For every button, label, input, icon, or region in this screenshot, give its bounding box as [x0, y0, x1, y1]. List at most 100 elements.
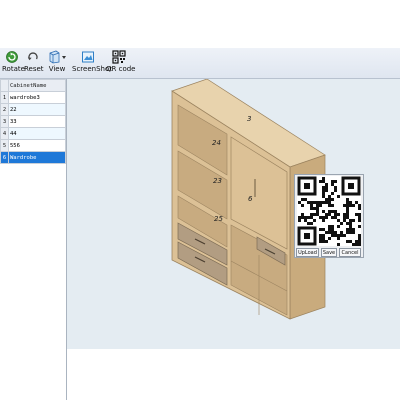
- qr-module: [319, 240, 322, 243]
- qr-module: [346, 228, 349, 231]
- qr-module: [298, 216, 301, 219]
- qr-module: [325, 183, 328, 186]
- qrcode-icon: [112, 50, 126, 64]
- screenshot-button[interactable]: ScreenShot: [72, 48, 112, 78]
- qr-module: [322, 219, 325, 222]
- qr-module: [310, 201, 313, 204]
- qr-module: [358, 237, 361, 240]
- table-row-selected[interactable]: 6 Wardrobe: [0, 151, 66, 164]
- cabinet-name-cell[interactable]: Wardrobe: [8, 151, 66, 164]
- qr-module: [331, 198, 334, 201]
- qr-module: [337, 213, 340, 216]
- qr-module: [319, 204, 322, 207]
- qrcode-button[interactable]: QR code: [106, 48, 136, 78]
- qr-module: [313, 219, 316, 222]
- qr-module: [343, 234, 346, 237]
- qr-module: [343, 204, 346, 207]
- qr-module: [355, 243, 358, 246]
- cabinet-table: CabinetName 1 wardrobe3 2 22 3 33 4 44 5…: [0, 79, 66, 164]
- qr-module: [328, 195, 331, 198]
- qr-module: [334, 186, 337, 189]
- qr-module: [331, 192, 334, 195]
- qr-module: [319, 180, 322, 183]
- qr-module: [349, 225, 352, 228]
- cabinet-label-door: 6: [248, 195, 253, 203]
- qr-module: [349, 240, 352, 243]
- qr-module: [310, 213, 313, 216]
- qr-module: [346, 210, 349, 213]
- cabinet-name-cell[interactable]: 22: [8, 103, 66, 116]
- row-header-corner: [0, 79, 9, 92]
- cabinet-name-cell[interactable]: 33: [8, 115, 66, 128]
- qr-module: [322, 189, 325, 192]
- qr-module: [307, 222, 310, 225]
- cabinet-name-cell[interactable]: 556: [8, 139, 66, 152]
- qr-module: [334, 180, 337, 183]
- qr-module: [316, 201, 319, 204]
- qr-module: [340, 234, 343, 237]
- qr-module: [325, 213, 328, 216]
- qr-module: [298, 219, 301, 222]
- cube-view-icon: [49, 50, 66, 64]
- qr-module: [301, 213, 304, 216]
- view-button[interactable]: View: [46, 48, 68, 78]
- cabinet-name-cell[interactable]: wardrobe3: [8, 91, 66, 104]
- rotate-icon: [6, 51, 18, 63]
- upload-button[interactable]: UpLoad: [296, 248, 319, 257]
- qr-module: [346, 207, 349, 210]
- rotate-button[interactable]: Rotate: [2, 48, 25, 78]
- qr-module: [310, 207, 313, 210]
- qr-module: [322, 228, 325, 231]
- qr-module: [310, 222, 313, 225]
- reset-button[interactable]: Reset: [24, 48, 44, 78]
- save-button[interactable]: Save: [321, 248, 337, 257]
- table-row[interactable]: 1 wardrobe3: [0, 91, 66, 104]
- qr-module: [346, 204, 349, 207]
- qr-module: [358, 204, 361, 207]
- reset-icon: [27, 52, 38, 61]
- qr-module: [328, 201, 331, 204]
- qr-module: [346, 198, 349, 201]
- qr-module: [349, 231, 352, 234]
- qr-module: [340, 231, 343, 234]
- qr-module: [316, 207, 319, 210]
- qr-module: [322, 234, 325, 237]
- table-row[interactable]: 2 22: [0, 103, 66, 116]
- qr-module: [328, 231, 331, 234]
- table-row[interactable]: 3 33: [0, 115, 66, 128]
- qr-module: [349, 201, 352, 204]
- qrcode-label: QR code: [106, 65, 136, 73]
- qr-module: [301, 198, 304, 201]
- qr-module: [316, 204, 319, 207]
- qr-module: [331, 225, 334, 228]
- qr-module: [334, 213, 337, 216]
- table-row[interactable]: 4 44: [0, 127, 66, 140]
- qr-module: [328, 204, 331, 207]
- qr-module: [301, 216, 304, 219]
- qr-module: [349, 222, 352, 225]
- qr-module: [355, 201, 358, 204]
- qr-module: [349, 228, 352, 231]
- qr-module: [346, 231, 349, 234]
- cancel-button[interactable]: Cancel: [339, 248, 361, 257]
- cabinet-label-shelf1: 24: [212, 139, 221, 147]
- qr-module: [331, 183, 334, 186]
- qr-module: [325, 240, 328, 243]
- qr-module: [358, 243, 361, 246]
- qr-module: [358, 207, 361, 210]
- qr-module: [349, 219, 352, 222]
- qr-module: [319, 201, 322, 204]
- view-label: View: [48, 65, 66, 73]
- qr-module: [313, 207, 316, 210]
- cabinet-name-cell[interactable]: 44: [8, 127, 66, 140]
- row-index: 3: [0, 115, 9, 128]
- qr-module: [304, 198, 307, 201]
- qr-module: [334, 210, 337, 213]
- qr-module: [310, 216, 313, 219]
- table-row[interactable]: 5 556: [0, 139, 66, 152]
- qr-module: [343, 216, 346, 219]
- qr-module: [346, 213, 349, 216]
- column-header-cabinetname[interactable]: CabinetName: [8, 79, 66, 92]
- qr-module: [328, 213, 331, 216]
- qr-module: [337, 219, 340, 222]
